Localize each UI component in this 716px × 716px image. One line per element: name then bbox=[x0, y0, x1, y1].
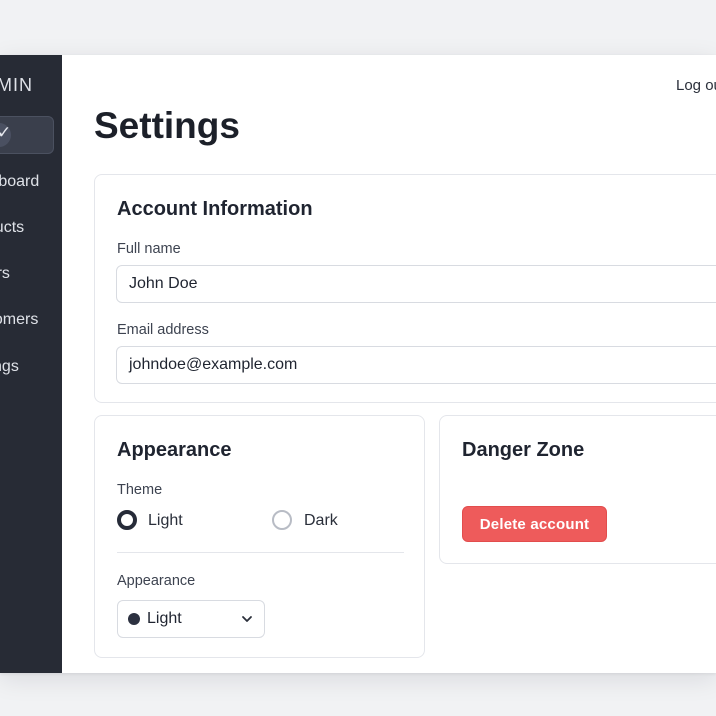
appearance-select-label: Appearance bbox=[117, 573, 196, 589]
theme-label: Theme bbox=[117, 482, 163, 498]
sidebar-item-customers[interactable]: Customers bbox=[0, 311, 38, 329]
appearance-select-value: Light bbox=[147, 610, 182, 627]
appearance-card-title: Appearance bbox=[117, 439, 232, 461]
appearance-card: Appearance Theme Light Dark Appearance L… bbox=[94, 415, 425, 658]
delete-account-button[interactable]: Delete account bbox=[462, 506, 607, 542]
check-icon: ✓ bbox=[0, 123, 12, 142]
sidebar-item-products[interactable]: Products bbox=[0, 219, 24, 237]
chevron-down-icon bbox=[242, 616, 252, 622]
color-dot-icon bbox=[128, 613, 140, 625]
full-name-field[interactable]: John Doe bbox=[116, 265, 716, 303]
email-field[interactable]: johndoe@example.com bbox=[116, 346, 716, 384]
divider bbox=[117, 552, 404, 553]
brand-logo: ADMIN bbox=[0, 75, 33, 95]
app-window: ADMIN ✓ Dashboard Products Orders Custom… bbox=[0, 55, 716, 673]
logout-link[interactable]: Log out bbox=[676, 77, 716, 94]
sidebar: ADMIN ✓ Dashboard Products Orders Custom… bbox=[0, 55, 62, 673]
theme-light-radio[interactable] bbox=[117, 510, 137, 530]
danger-card: Danger Zone Delete account bbox=[439, 415, 716, 564]
sidebar-item-orders[interactable]: Orders bbox=[0, 265, 10, 283]
theme-dark-radio[interactable] bbox=[272, 510, 292, 530]
account-card-title: Account Information bbox=[117, 198, 313, 220]
sidebar-item-settings[interactable]: Settings bbox=[0, 358, 19, 376]
account-card: Account Information Full name John Doe E… bbox=[94, 174, 716, 403]
email-value: johndoe@example.com bbox=[129, 356, 298, 373]
page-title: Settings bbox=[94, 105, 240, 146]
full-name-value: John Doe bbox=[129, 275, 198, 292]
theme-dark-label[interactable]: Dark bbox=[304, 512, 338, 530]
email-label: Email address bbox=[117, 322, 209, 338]
theme-light-label[interactable]: Light bbox=[148, 512, 183, 530]
sidebar-item-dashboard[interactable]: Dashboard bbox=[0, 173, 39, 191]
sidebar-active-item[interactable]: ✓ bbox=[0, 116, 54, 154]
danger-card-title: Danger Zone bbox=[462, 439, 585, 461]
full-name-label: Full name bbox=[117, 241, 181, 257]
appearance-select[interactable]: Light bbox=[117, 600, 265, 638]
